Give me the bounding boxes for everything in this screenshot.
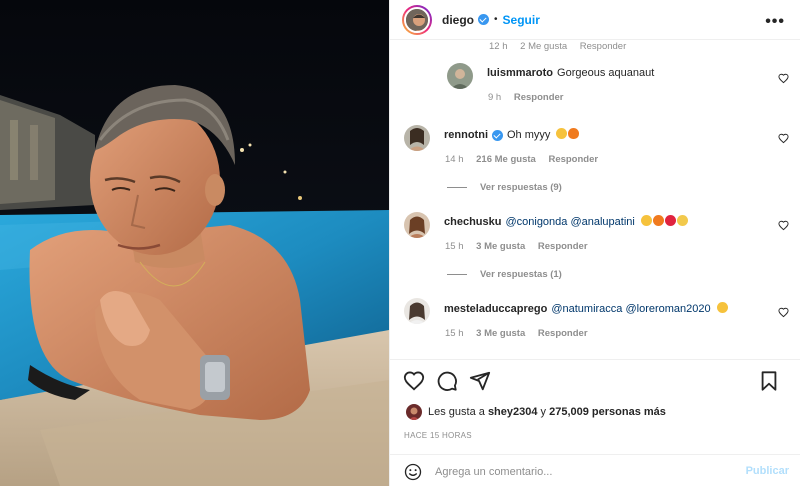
commenter-username[interactable]: mesteladuccaprego bbox=[444, 303, 547, 315]
commenter-username[interactable]: rennotni bbox=[444, 129, 488, 141]
like-heart-icon[interactable] bbox=[403, 370, 425, 392]
emoji-smiley-icon[interactable] bbox=[404, 463, 422, 481]
commenter-username[interactable]: chechusku bbox=[444, 216, 501, 228]
comment-text: luismmaroto Gorgeous aquanaut bbox=[487, 67, 654, 79]
fire-emoji bbox=[652, 215, 664, 226]
like-comment-heart-icon[interactable] bbox=[778, 73, 789, 84]
heart-eyes-emoji bbox=[556, 128, 568, 139]
comment-meta: 14 h 216 Me gusta Responder bbox=[445, 154, 608, 165]
comment-meta: 15 h 3 Me gusta Responder bbox=[445, 241, 598, 252]
comment-time: 15 h bbox=[445, 328, 464, 339]
header-separator: • bbox=[494, 14, 498, 25]
add-comment-bar: Publicar bbox=[390, 454, 800, 487]
view-replies-label[interactable]: Ver respuestas (9) bbox=[480, 182, 562, 193]
comment-body: Oh myyy bbox=[507, 129, 551, 141]
save-bookmark-icon[interactable] bbox=[758, 370, 780, 392]
comment-meta: 15 h 3 Me gusta Responder bbox=[445, 328, 598, 339]
post-header: diego • Seguir ••• bbox=[390, 0, 800, 40]
comment-item: rennotni Oh myyy 14 h 216 Me gusta Respon… bbox=[390, 117, 800, 197]
reply-button[interactable]: Responder bbox=[538, 328, 588, 339]
likes-count[interactable]: 275,009 personas más bbox=[549, 406, 666, 418]
view-replies-label[interactable]: Ver respuestas (1) bbox=[480, 269, 562, 280]
commenter-username[interactable]: luismmaroto bbox=[487, 67, 553, 79]
comment-likes[interactable]: 2 Me gusta bbox=[520, 41, 567, 52]
comment-body: Gorgeous aquanaut bbox=[557, 67, 655, 79]
instagram-post: diego • Seguir ••• 12 h 2 Me gusta Respo… bbox=[0, 0, 800, 486]
liker-username[interactable]: shey2304 bbox=[488, 406, 538, 418]
author-username[interactable]: diego bbox=[442, 13, 474, 27]
laughing-emoji bbox=[676, 215, 688, 226]
post-actions-section: Les gusta a shey2304 y 275,009 personas … bbox=[390, 359, 800, 486]
comment-item: chechusku @conigonda @analupatini 15 h 3 … bbox=[390, 204, 800, 284]
comment-reply: luismmaroto Gorgeous aquanaut 9 h Respond… bbox=[390, 58, 800, 108]
replies-divider bbox=[447, 187, 467, 188]
pool-photo-illustration bbox=[0, 0, 389, 486]
red-heart-emoji bbox=[664, 215, 676, 226]
publish-button[interactable]: Publicar bbox=[746, 465, 789, 477]
heart-eyes-emoji bbox=[640, 215, 652, 226]
comment-input[interactable] bbox=[435, 463, 725, 481]
follow-button[interactable]: Seguir bbox=[503, 13, 540, 27]
liker-avatar[interactable] bbox=[406, 404, 422, 420]
comment-likes[interactable]: 3 Me gusta bbox=[476, 328, 525, 339]
replies-divider bbox=[447, 274, 467, 275]
reply-button[interactable]: Responder bbox=[548, 154, 598, 165]
like-comment-heart-icon[interactable] bbox=[778, 220, 789, 231]
comment-text: mesteladuccaprego @natumiracca @loreroman… bbox=[444, 302, 728, 315]
comment-time: 12 h bbox=[489, 41, 508, 52]
like-comment-heart-icon[interactable] bbox=[778, 307, 789, 318]
mention-link[interactable]: @conigonda bbox=[505, 216, 567, 228]
comment-text: rennotni Oh myyy bbox=[444, 128, 580, 141]
verified-badge-icon bbox=[478, 14, 489, 25]
comment-item: mesteladuccaprego @natumiracca @loreroman… bbox=[390, 290, 800, 350]
comment-likes[interactable]: 216 Me gusta bbox=[476, 154, 536, 165]
smiling-hearts-emoji bbox=[716, 302, 728, 313]
comment-likes[interactable]: 3 Me gusta bbox=[476, 241, 525, 252]
comment-bubble-icon[interactable] bbox=[436, 370, 458, 392]
comment-time: 14 h bbox=[445, 154, 464, 165]
comment-time: 15 h bbox=[445, 241, 464, 252]
commenter-avatar[interactable] bbox=[404, 125, 430, 151]
view-replies-button[interactable]: Ver respuestas (1) bbox=[447, 269, 562, 280]
post-timestamp[interactable]: HACE 15 HORAS bbox=[404, 431, 472, 440]
comment-text: chechusku @conigonda @analupatini bbox=[444, 215, 688, 228]
post-photo[interactable] bbox=[0, 0, 389, 486]
mention-link[interactable]: @loreroman2020 bbox=[625, 303, 710, 315]
post-side-panel: diego • Seguir ••• 12 h 2 Me gusta Respo… bbox=[389, 0, 800, 486]
reply-button[interactable]: Responder bbox=[538, 241, 588, 252]
reply-button[interactable]: Responder bbox=[514, 92, 564, 103]
author-avatar[interactable] bbox=[402, 4, 432, 35]
likes-conjunction: y bbox=[540, 406, 547, 418]
mention-link[interactable]: @analupatini bbox=[570, 216, 634, 228]
mention-link[interactable]: @natumiracca bbox=[551, 303, 622, 315]
more-options-icon[interactable]: ••• bbox=[765, 13, 785, 31]
commenter-avatar[interactable] bbox=[404, 298, 430, 324]
likes-prefix: Les gusta a bbox=[428, 406, 485, 418]
likes-summary: Les gusta a shey2304 y 275,009 personas … bbox=[406, 404, 666, 420]
verified-badge-icon bbox=[492, 129, 503, 141]
comments-list: 12 h 2 Me gusta Responder luismmaroto Gor… bbox=[390, 41, 800, 359]
reply-button[interactable]: Responder bbox=[580, 41, 626, 52]
truncated-comment-meta: 12 h 2 Me gusta Responder bbox=[489, 41, 636, 52]
commenter-avatar[interactable] bbox=[404, 212, 430, 238]
comment-time: 9 h bbox=[488, 92, 502, 103]
comment-meta: 9 h Responder bbox=[488, 92, 573, 103]
like-comment-heart-icon[interactable] bbox=[778, 133, 789, 144]
commenter-avatar[interactable] bbox=[447, 63, 473, 89]
share-paper-plane-icon[interactable] bbox=[469, 370, 491, 392]
view-replies-button[interactable]: Ver respuestas (9) bbox=[447, 182, 562, 193]
fire-emoji bbox=[568, 128, 580, 139]
